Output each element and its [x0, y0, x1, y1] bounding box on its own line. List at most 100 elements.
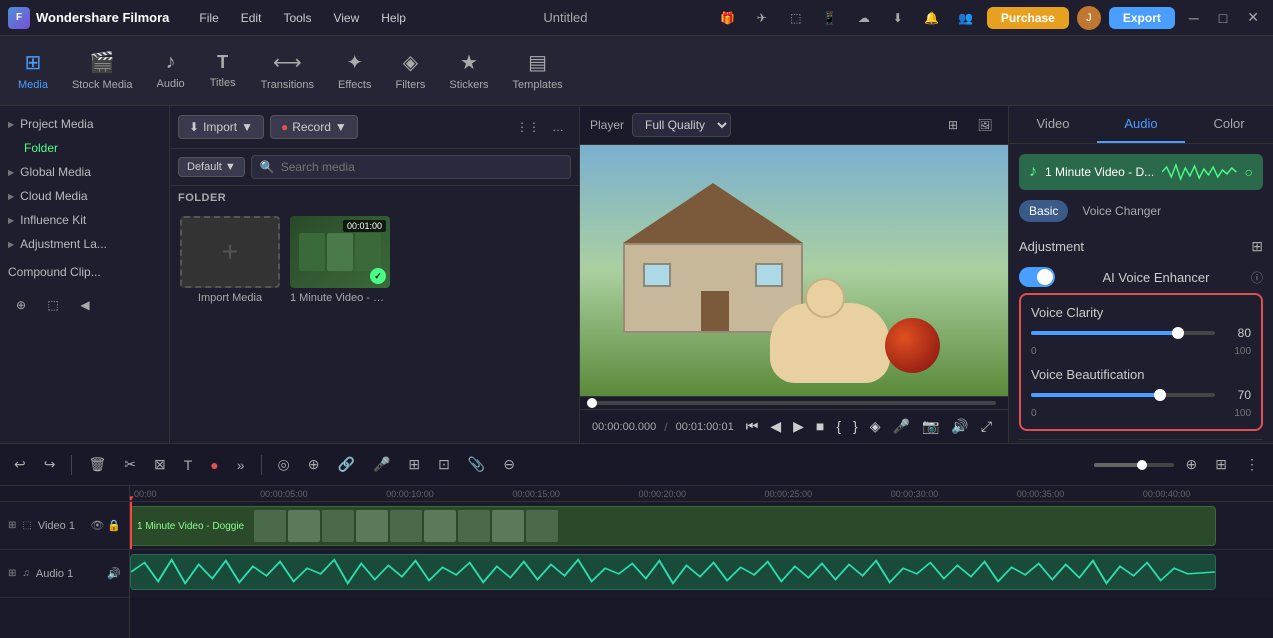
- gift-icon[interactable]: 🎁: [715, 5, 741, 31]
- undo-button[interactable]: ↩: [8, 452, 32, 477]
- split-icon[interactable]: ⊞: [402, 452, 426, 477]
- list-item[interactable]: 00:01:00 ✓ 1 Minute Video - Dog...: [290, 216, 390, 304]
- search-input[interactable]: [281, 160, 562, 174]
- import-button[interactable]: ⬇ Import ▼: [178, 115, 264, 139]
- tab-video[interactable]: Video: [1009, 106, 1097, 143]
- record-button[interactable]: ● Record ▼: [270, 115, 358, 139]
- filter-icon[interactable]: ⋮⋮: [515, 114, 541, 140]
- info-icon[interactable]: ⓘ: [1251, 269, 1263, 286]
- frame-back-icon[interactable]: ◀: [766, 416, 785, 437]
- stop-icon[interactable]: ■: [812, 416, 828, 437]
- progress-bar[interactable]: [592, 401, 996, 405]
- volume-icon[interactable]: 🔊: [947, 416, 972, 437]
- folder-view-icon[interactable]: ⬚: [40, 292, 66, 318]
- volume-icon[interactable]: 🔊: [107, 567, 121, 580]
- sidebar-item-folder[interactable]: Folder: [0, 136, 169, 160]
- grid-options-icon[interactable]: ⊞: [1209, 452, 1233, 477]
- sidebar-item-influence-kit[interactable]: ▶ Influence Kit: [0, 208, 169, 232]
- search-box[interactable]: 🔍: [251, 155, 571, 179]
- user-avatar[interactable]: J: [1077, 6, 1101, 30]
- skip-back-icon[interactable]: ⏮: [742, 416, 763, 437]
- zoom-slider[interactable]: [1094, 463, 1174, 467]
- playhead[interactable]: [130, 502, 132, 549]
- screen-record-icon[interactable]: ⬚: [783, 5, 809, 31]
- import-thumb[interactable]: +: [180, 216, 280, 288]
- sidebar-item-project-media[interactable]: ▶ Project Media: [0, 112, 169, 136]
- sidebar-item-compound-clip[interactable]: Compound Clip...: [0, 260, 169, 284]
- menu-view[interactable]: View: [323, 7, 369, 29]
- eye-icon[interactable]: 👁: [90, 519, 104, 532]
- play-icon[interactable]: ▶: [789, 416, 808, 437]
- expand-icon[interactable]: ⊞: [1251, 238, 1263, 255]
- photo-icon[interactable]: 🖼: [972, 112, 998, 138]
- add-marker-icon[interactable]: ◈: [866, 416, 885, 437]
- fullscreen-icon[interactable]: ⤢: [977, 416, 996, 437]
- delete-button[interactable]: 🗑: [82, 452, 112, 477]
- clip-icon[interactable]: 📎: [462, 452, 491, 477]
- toolbar-templates[interactable]: ▤ Templates: [503, 44, 573, 97]
- collapse-icon[interactable]: ◀: [72, 292, 98, 318]
- audio-clip[interactable]: [130, 554, 1216, 590]
- mark-in-icon[interactable]: {: [832, 416, 845, 437]
- toolbar-audio[interactable]: ♪ Audio: [147, 45, 195, 96]
- redo-button[interactable]: ↪: [38, 452, 62, 477]
- toolbar-media[interactable]: ⊞ Media: [8, 44, 58, 97]
- lock-icon[interactable]: 🔒: [107, 519, 121, 532]
- menu-help[interactable]: Help: [371, 7, 416, 29]
- toolbar-filters[interactable]: ◈ Filters: [385, 44, 435, 97]
- grid-view-icon[interactable]: ⊞: [940, 112, 966, 138]
- more-tools-icon[interactable]: »: [231, 453, 251, 477]
- text-button[interactable]: T: [178, 453, 199, 477]
- tab-audio[interactable]: Audio: [1097, 106, 1185, 143]
- trim-button[interactable]: ⊠: [148, 452, 172, 477]
- sort-button[interactable]: Default ▼: [178, 157, 245, 177]
- slider-track[interactable]: [1031, 393, 1215, 397]
- ripple-icon[interactable]: ⊕: [302, 452, 326, 477]
- share-icon[interactable]: ✈: [749, 5, 775, 31]
- mobile-icon[interactable]: 📱: [817, 5, 843, 31]
- slider-thumb[interactable]: [1172, 327, 1184, 339]
- cloud-icon[interactable]: ☁: [851, 5, 877, 31]
- download-icon[interactable]: ⬇: [885, 5, 911, 31]
- menu-edit[interactable]: Edit: [231, 7, 272, 29]
- more-options-icon[interactable]: …: [545, 114, 571, 140]
- purchase-button[interactable]: Purchase: [987, 7, 1069, 29]
- sidebar-item-adjustment-la[interactable]: ▶ Adjustment La...: [0, 232, 169, 256]
- zoom-minus-icon[interactable]: ⊖: [497, 452, 521, 477]
- zoom-thumb[interactable]: [1137, 460, 1147, 470]
- ai-voice-toggle[interactable]: [1019, 267, 1055, 287]
- mark-out-icon[interactable]: }: [849, 416, 862, 437]
- crop-button[interactable]: ✂: [118, 452, 142, 477]
- sub-tab-voice-changer[interactable]: Voice Changer: [1072, 200, 1171, 222]
- minimize-button[interactable]: ─: [1183, 8, 1205, 28]
- slider-thumb[interactable]: [1154, 389, 1166, 401]
- tab-color[interactable]: Color: [1185, 106, 1273, 143]
- toolbar-stock-media[interactable]: 🎬 Stock Media: [62, 44, 143, 97]
- maximize-button[interactable]: □: [1213, 8, 1233, 28]
- linked-icon[interactable]: 🔗: [332, 452, 361, 477]
- sub-tab-basic[interactable]: Basic: [1019, 200, 1068, 222]
- voice-beautification-slider[interactable]: [1031, 393, 1215, 397]
- bell-icon[interactable]: 🔔: [919, 5, 945, 31]
- team-icon[interactable]: 👥: [953, 5, 979, 31]
- snap-icon[interactable]: ◎: [272, 452, 296, 477]
- record-dot[interactable]: ●: [204, 453, 224, 477]
- add-folder-icon[interactable]: ⊕: [8, 292, 34, 318]
- list-item[interactable]: + Import Media: [180, 216, 280, 304]
- toolbar-stickers[interactable]: ★ Stickers: [439, 44, 498, 97]
- video-clip[interactable]: 1 Minute Video - Doggie: [130, 506, 1216, 546]
- quality-select[interactable]: Full Quality: [632, 113, 731, 137]
- sidebar-item-cloud-media[interactable]: ▶ Cloud Media: [0, 184, 169, 208]
- track-options-icon[interactable]: ⋮: [1239, 452, 1265, 477]
- snapshot-icon[interactable]: 📷: [918, 416, 943, 437]
- toolbar-effects[interactable]: ✦ Effects: [328, 44, 381, 97]
- copy-track-icon[interactable]: ⊡: [432, 452, 456, 477]
- menu-tools[interactable]: Tools: [273, 7, 321, 29]
- toolbar-titles[interactable]: T Titles: [199, 46, 247, 95]
- export-button[interactable]: Export: [1109, 7, 1175, 29]
- close-button[interactable]: ✕: [1241, 7, 1265, 28]
- toggle-icon[interactable]: ○: [1245, 164, 1253, 180]
- progress-thumb[interactable]: [587, 398, 597, 408]
- voice-clarity-slider[interactable]: [1031, 331, 1215, 335]
- sidebar-item-global-media[interactable]: ▶ Global Media: [0, 160, 169, 184]
